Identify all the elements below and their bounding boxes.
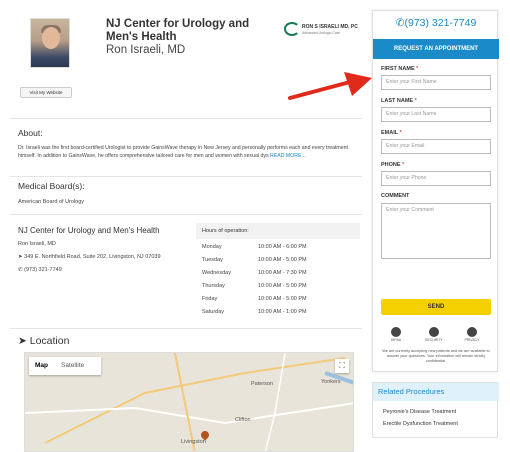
security-badge: SECURITY bbox=[421, 327, 447, 342]
required-mark: * bbox=[399, 130, 402, 136]
appointment-sidebar: ✆(973) 321-7749 REQUEST AN APPOINTMENT F… bbox=[372, 10, 499, 372]
office-title: NJ Center for Urology and Men's Health bbox=[18, 226, 160, 235]
location-pin-icon: ➤ bbox=[18, 254, 23, 260]
map-label: Yonkers bbox=[321, 379, 341, 385]
security-badge-text: SECURITY bbox=[425, 338, 443, 342]
location-title-text: Location bbox=[29, 335, 70, 347]
map-label: Livingston bbox=[181, 439, 206, 445]
hipaa-badge-text: HIPAA bbox=[390, 338, 402, 342]
shield-icon bbox=[429, 327, 439, 337]
last-name-label: LAST NAME * bbox=[381, 98, 417, 104]
hours-day: Saturday bbox=[202, 309, 225, 315]
divider bbox=[10, 328, 362, 329]
office-address-text: 349 E. Northfield Road, Suite 202, Livin… bbox=[24, 254, 161, 260]
hours-time: 10:00 AM - 7:30 PM bbox=[258, 270, 307, 276]
map-tab[interactable]: Map bbox=[35, 357, 48, 375]
related-procedures: Related Procedures Peyronie's Disease Tr… bbox=[372, 382, 499, 438]
visit-website-button[interactable]: Visit My Website bbox=[20, 87, 72, 98]
related-procedure-link[interactable]: Peyronie's Disease Treatment bbox=[383, 409, 456, 415]
request-appointment-button[interactable]: REQUEST AN APPOINTMENT bbox=[373, 39, 499, 59]
phone-label: PHONE * bbox=[381, 162, 404, 168]
hours-time: 10:00 AM - 5:00 PM bbox=[258, 283, 307, 289]
fullscreen-icon[interactable]: ⛶ bbox=[335, 359, 349, 373]
first-name-label-text: FIRST NAME bbox=[381, 66, 415, 72]
hours-day: Friday bbox=[202, 296, 218, 302]
email-label-text: EMAIL bbox=[381, 130, 399, 136]
medical-boards-title: Medical Board(s): bbox=[18, 181, 85, 191]
required-mark: * bbox=[416, 66, 419, 72]
hipaa-badge: HIPAA bbox=[385, 327, 407, 342]
first-name-input[interactable]: Enter your First Name bbox=[381, 75, 491, 90]
about-title: About: bbox=[18, 128, 43, 138]
hours-day: Wednesday bbox=[202, 270, 231, 276]
last-name-label-text: LAST NAME bbox=[381, 98, 414, 104]
map-type-tabs: Map Satellite bbox=[29, 357, 101, 375]
phone-icon: ✆ bbox=[395, 17, 405, 29]
office-address: ➤ 349 E. Northfield Road, Suite 202, Liv… bbox=[18, 254, 161, 260]
satellite-tab[interactable]: Satellite bbox=[61, 357, 84, 375]
privacy-badge: PRIVACY bbox=[459, 327, 485, 342]
hours-time: 10:00 AM - 1:00 PM bbox=[258, 309, 307, 315]
org-title: NJ Center for Urology and Men's Health bbox=[106, 18, 250, 43]
privacy-disclaimer: We are currently accepting new patients … bbox=[382, 349, 490, 363]
practice-logo: RON S ISRAELI MD, PC Advanced Urologic C… bbox=[284, 22, 366, 38]
office-doctor: Ron Israeli, MD bbox=[18, 241, 56, 247]
phone-icon: ✆ bbox=[18, 267, 23, 273]
divider bbox=[10, 214, 362, 215]
hours-time: 10:00 AM - 6:00 PM bbox=[258, 244, 307, 250]
hours-day: Monday bbox=[202, 244, 222, 250]
about-text: Dr. Israeli was the first board-certifie… bbox=[18, 145, 358, 160]
map-label: Clifton bbox=[235, 417, 251, 423]
phone-label-text: PHONE bbox=[381, 162, 401, 168]
navigation-arrow-icon: ➤ bbox=[18, 335, 27, 347]
read-more-link[interactable]: READ MORE... bbox=[270, 153, 306, 159]
privacy-badge-text: PRIVACY bbox=[464, 338, 480, 342]
phone-input[interactable]: Enter your Phone bbox=[381, 171, 491, 186]
hours-time: 10:00 AM - 5:00 PM bbox=[258, 257, 307, 263]
hours-time: 10:00 AM - 5:00 PM bbox=[258, 296, 307, 302]
medical-board-value: American Board of Urology bbox=[18, 199, 85, 205]
map-label: Paterson bbox=[251, 381, 274, 387]
related-procedure-link[interactable]: Erectile Dysfunction Treatment bbox=[383, 421, 458, 427]
doctor-name: Ron Israeli, MD bbox=[106, 44, 186, 56]
first-name-label: FIRST NAME * bbox=[381, 66, 418, 72]
required-mark: * bbox=[402, 162, 405, 168]
logo-subtext: Advanced Urologic Care bbox=[302, 31, 340, 35]
location-title: ➤ Location bbox=[18, 335, 69, 347]
required-mark: * bbox=[414, 98, 417, 104]
divider bbox=[10, 118, 362, 119]
comment-label: COMMENT bbox=[381, 193, 410, 199]
send-button[interactable]: SEND bbox=[381, 299, 491, 315]
logo-mark-icon bbox=[284, 22, 300, 36]
sidebar-phone[interactable]: ✆(973) 321-7749 bbox=[373, 17, 499, 29]
last-name-input[interactable]: Enter your Last Name bbox=[381, 107, 491, 122]
logo-text: RON S ISRAELI MD, PC bbox=[302, 24, 358, 30]
location-map[interactable]: Map Satellite ⛶ Paterson Yonkers Clifton… bbox=[24, 352, 354, 452]
lock-icon bbox=[467, 327, 477, 337]
email-label: EMAIL * bbox=[381, 130, 402, 136]
office-phone-text: (973) 321-7749 bbox=[24, 267, 62, 273]
comment-textarea[interactable]: Enter your Comment bbox=[381, 203, 491, 259]
hipaa-icon bbox=[391, 327, 401, 337]
email-input[interactable]: Enter your Email bbox=[381, 139, 491, 154]
doctor-photo bbox=[30, 18, 70, 68]
hours-day: Thursday bbox=[202, 283, 225, 289]
related-procedures-title: Related Procedures bbox=[373, 383, 499, 401]
red-arrow-icon bbox=[288, 72, 372, 100]
hours-header: Hours of operation: bbox=[196, 223, 360, 239]
office-phone: ✆ (973) 321-7749 bbox=[18, 267, 62, 273]
divider bbox=[10, 176, 362, 177]
sidebar-phone-text: (973) 321-7749 bbox=[404, 17, 477, 29]
hours-day: Tuesday bbox=[202, 257, 223, 263]
